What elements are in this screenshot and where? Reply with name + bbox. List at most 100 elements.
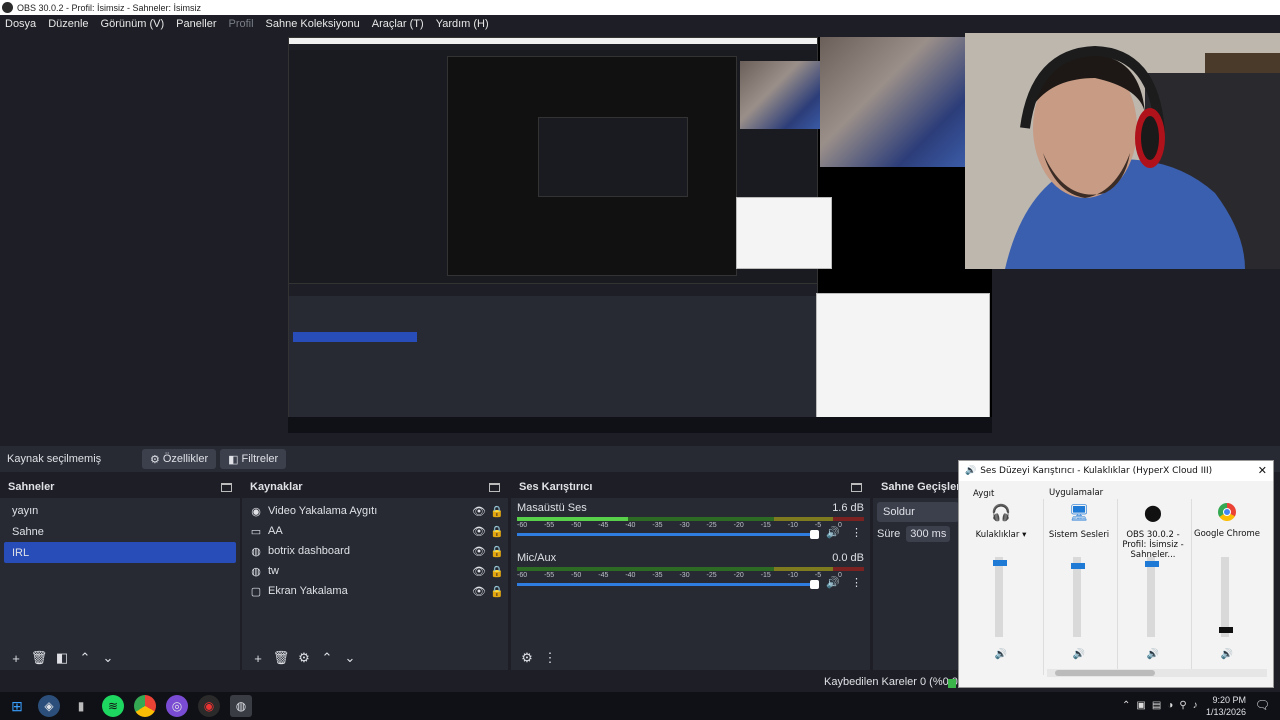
clock[interactable]: 9:20 PM 1/13/2026 (1206, 694, 1246, 718)
app-volume-slider[interactable] (1145, 557, 1159, 637)
source-item[interactable]: ◍ botrix dashboard 👁 🔒 (242, 541, 508, 561)
volume-meter (517, 567, 864, 571)
source-label: Ekran Yakalama (268, 585, 348, 597)
app-icon[interactable]: ◉ (198, 695, 220, 717)
preview-area[interactable] (0, 33, 1280, 440)
system-sounds-icon: 🖥 (1068, 503, 1090, 522)
mute-device-icon[interactable]: 🔊 (965, 649, 1037, 660)
move-up-icon[interactable]: ⌃ (75, 648, 95, 668)
menu-bar: Dosya Düzenle Görünüm (V) Paneller Profi… (0, 15, 1280, 33)
fader-handle[interactable] (810, 530, 819, 539)
duration-input[interactable]: 300 ms (906, 526, 951, 542)
lock-icon[interactable]: 🔒 (490, 525, 504, 538)
lock-icon[interactable]: 🔒 (490, 585, 504, 598)
tick-label: -45 (598, 522, 609, 529)
lock-icon[interactable]: 🔒 (490, 505, 504, 518)
source-properties-icon[interactable]: ⚙ (294, 648, 314, 668)
source-item[interactable]: ◉ Video Yakalama Aygıtı 👁 🔒 (242, 501, 508, 521)
headphones-icon: 🎧 (991, 503, 1011, 522)
eye-icon[interactable]: 👁 (472, 585, 486, 598)
volume-mixer-window: 🔊 Ses Düzeyi Karıştırıcı - Kulaklıklar (… (958, 460, 1274, 688)
menu-edit[interactable]: Düzenle (48, 18, 88, 30)
scenes-title: Sahneler (8, 481, 55, 493)
source-item[interactable]: ▭ AA 👁 🔒 (242, 521, 508, 541)
monitor-icon: ▢ (250, 585, 262, 598)
volume-fader[interactable] (517, 530, 819, 539)
eye-icon[interactable]: 👁 (472, 505, 486, 518)
obs-taskbar-icon[interactable]: ◍ (230, 695, 252, 717)
lock-icon[interactable]: 🔒 (490, 565, 504, 578)
device-dropdown[interactable]: Kulaklıklar ▾ (965, 530, 1037, 540)
advanced-audio-icon[interactable]: ⚙ (517, 648, 537, 668)
remove-source-icon[interactable]: 🗑 (271, 648, 291, 668)
menu-tools[interactable]: Araçlar (T) (372, 18, 424, 30)
float-dock-icon[interactable] (489, 482, 500, 492)
close-icon[interactable]: ✕ (1258, 464, 1267, 477)
source-item[interactable]: ◍ tw 👁 🔒 (242, 561, 508, 581)
add-source-icon[interactable]: + (248, 648, 268, 668)
tick-label: -15 (760, 522, 771, 529)
add-scene-icon[interactable]: + (6, 648, 26, 668)
more-options-icon[interactable]: ⋮ (851, 526, 862, 539)
mixer-menu-icon[interactable]: ⋮ (540, 648, 560, 668)
menu-help[interactable]: Yardım (H) (436, 18, 489, 30)
menu-docks[interactable]: Paneller (176, 18, 216, 30)
mute-app-icon[interactable]: 🔊 (1043, 649, 1115, 660)
meter-ticks: -60 -55 -50 -45 -40 -35 -30 -25 -20 -15 -10 -5 0 (517, 572, 864, 579)
remove-scene-icon[interactable]: 🗑 (29, 648, 49, 668)
transition-type: Soldur (883, 506, 915, 518)
source-item[interactable]: ▢ Ekran Yakalama 👁 🔒 (242, 581, 508, 601)
filter-icon: ◧ (228, 453, 239, 466)
volume-fader[interactable] (517, 580, 819, 589)
device-volume-slider[interactable] (993, 557, 1007, 637)
chrome-icon[interactable] (134, 695, 156, 717)
transition-select[interactable]: Soldur (877, 502, 959, 522)
windows-start-icon[interactable]: ⊞ (6, 695, 28, 717)
horizontal-scrollbar[interactable] (1047, 669, 1267, 677)
move-down-icon[interactable]: ⌄ (98, 648, 118, 668)
transitions-header: Sahne Geçişleri (873, 476, 964, 498)
filters-button[interactable]: ◧ Filtreler (220, 449, 287, 469)
scene-item-yayin[interactable]: yayın (4, 500, 236, 521)
float-dock-icon[interactable] (851, 482, 862, 492)
app-icon[interactable]: ◎ (166, 695, 188, 717)
sources-toolbar: + 🗑 ⚙ ⌃ ⌄ (242, 646, 508, 670)
lock-icon[interactable]: 🔒 (490, 545, 504, 558)
eye-icon[interactable]: 👁 (472, 525, 486, 538)
float-dock-icon[interactable] (221, 482, 232, 492)
menu-profile[interactable]: Profil (228, 18, 253, 30)
app-volume-slider[interactable] (1219, 557, 1233, 637)
obs-app-icon: ⬤ (1144, 503, 1162, 522)
tick-label: -35 (652, 572, 663, 579)
scene-filters-icon[interactable]: ◧ (52, 648, 72, 668)
app-volume-slider[interactable] (1071, 557, 1085, 637)
gear-icon: ⚙ (150, 453, 160, 466)
move-down-icon[interactable]: ⌄ (340, 648, 360, 668)
menu-scene-collection[interactable]: Sahne Koleksiyonu (266, 18, 360, 30)
scene-item-irl[interactable]: IRL (4, 542, 236, 563)
spotify-icon[interactable]: ≋ (102, 695, 124, 717)
mute-app-icon[interactable]: 🔊 (1117, 649, 1189, 660)
speaker-icon[interactable]: 🔊 (826, 526, 840, 539)
fader-handle[interactable] (810, 580, 819, 589)
nested-obs-preview-2 (447, 56, 737, 276)
volume-meter (517, 517, 864, 521)
preview-canvas[interactable] (288, 37, 992, 433)
duration-label: Süre (877, 528, 901, 540)
more-options-icon[interactable]: ⋮ (851, 576, 862, 589)
apps-label: Uygulamalar (1049, 488, 1104, 498)
app-icon[interactable]: ◈ (38, 695, 60, 717)
app-icon[interactable]: ▮ (70, 695, 92, 717)
tick-label: -25 (706, 522, 717, 529)
scene-item-sahne[interactable]: Sahne (4, 521, 236, 542)
eye-icon[interactable]: 👁 (472, 565, 486, 578)
menu-view[interactable]: Görünüm (V) (101, 18, 165, 30)
menu-file[interactable]: Dosya (5, 18, 36, 30)
notification-icon[interactable]: 🗨 (1255, 698, 1270, 712)
properties-button[interactable]: ⚙ Özellikler (142, 449, 217, 469)
eye-icon[interactable]: 👁 (472, 545, 486, 558)
move-up-icon[interactable]: ⌃ (317, 648, 337, 668)
mute-app-icon[interactable]: 🔊 (1191, 649, 1263, 660)
system-tray-icons[interactable]: ⌃▣▤◑⚲♪ (1122, 700, 1204, 711)
speaker-icon[interactable]: 🔊 (826, 576, 840, 589)
